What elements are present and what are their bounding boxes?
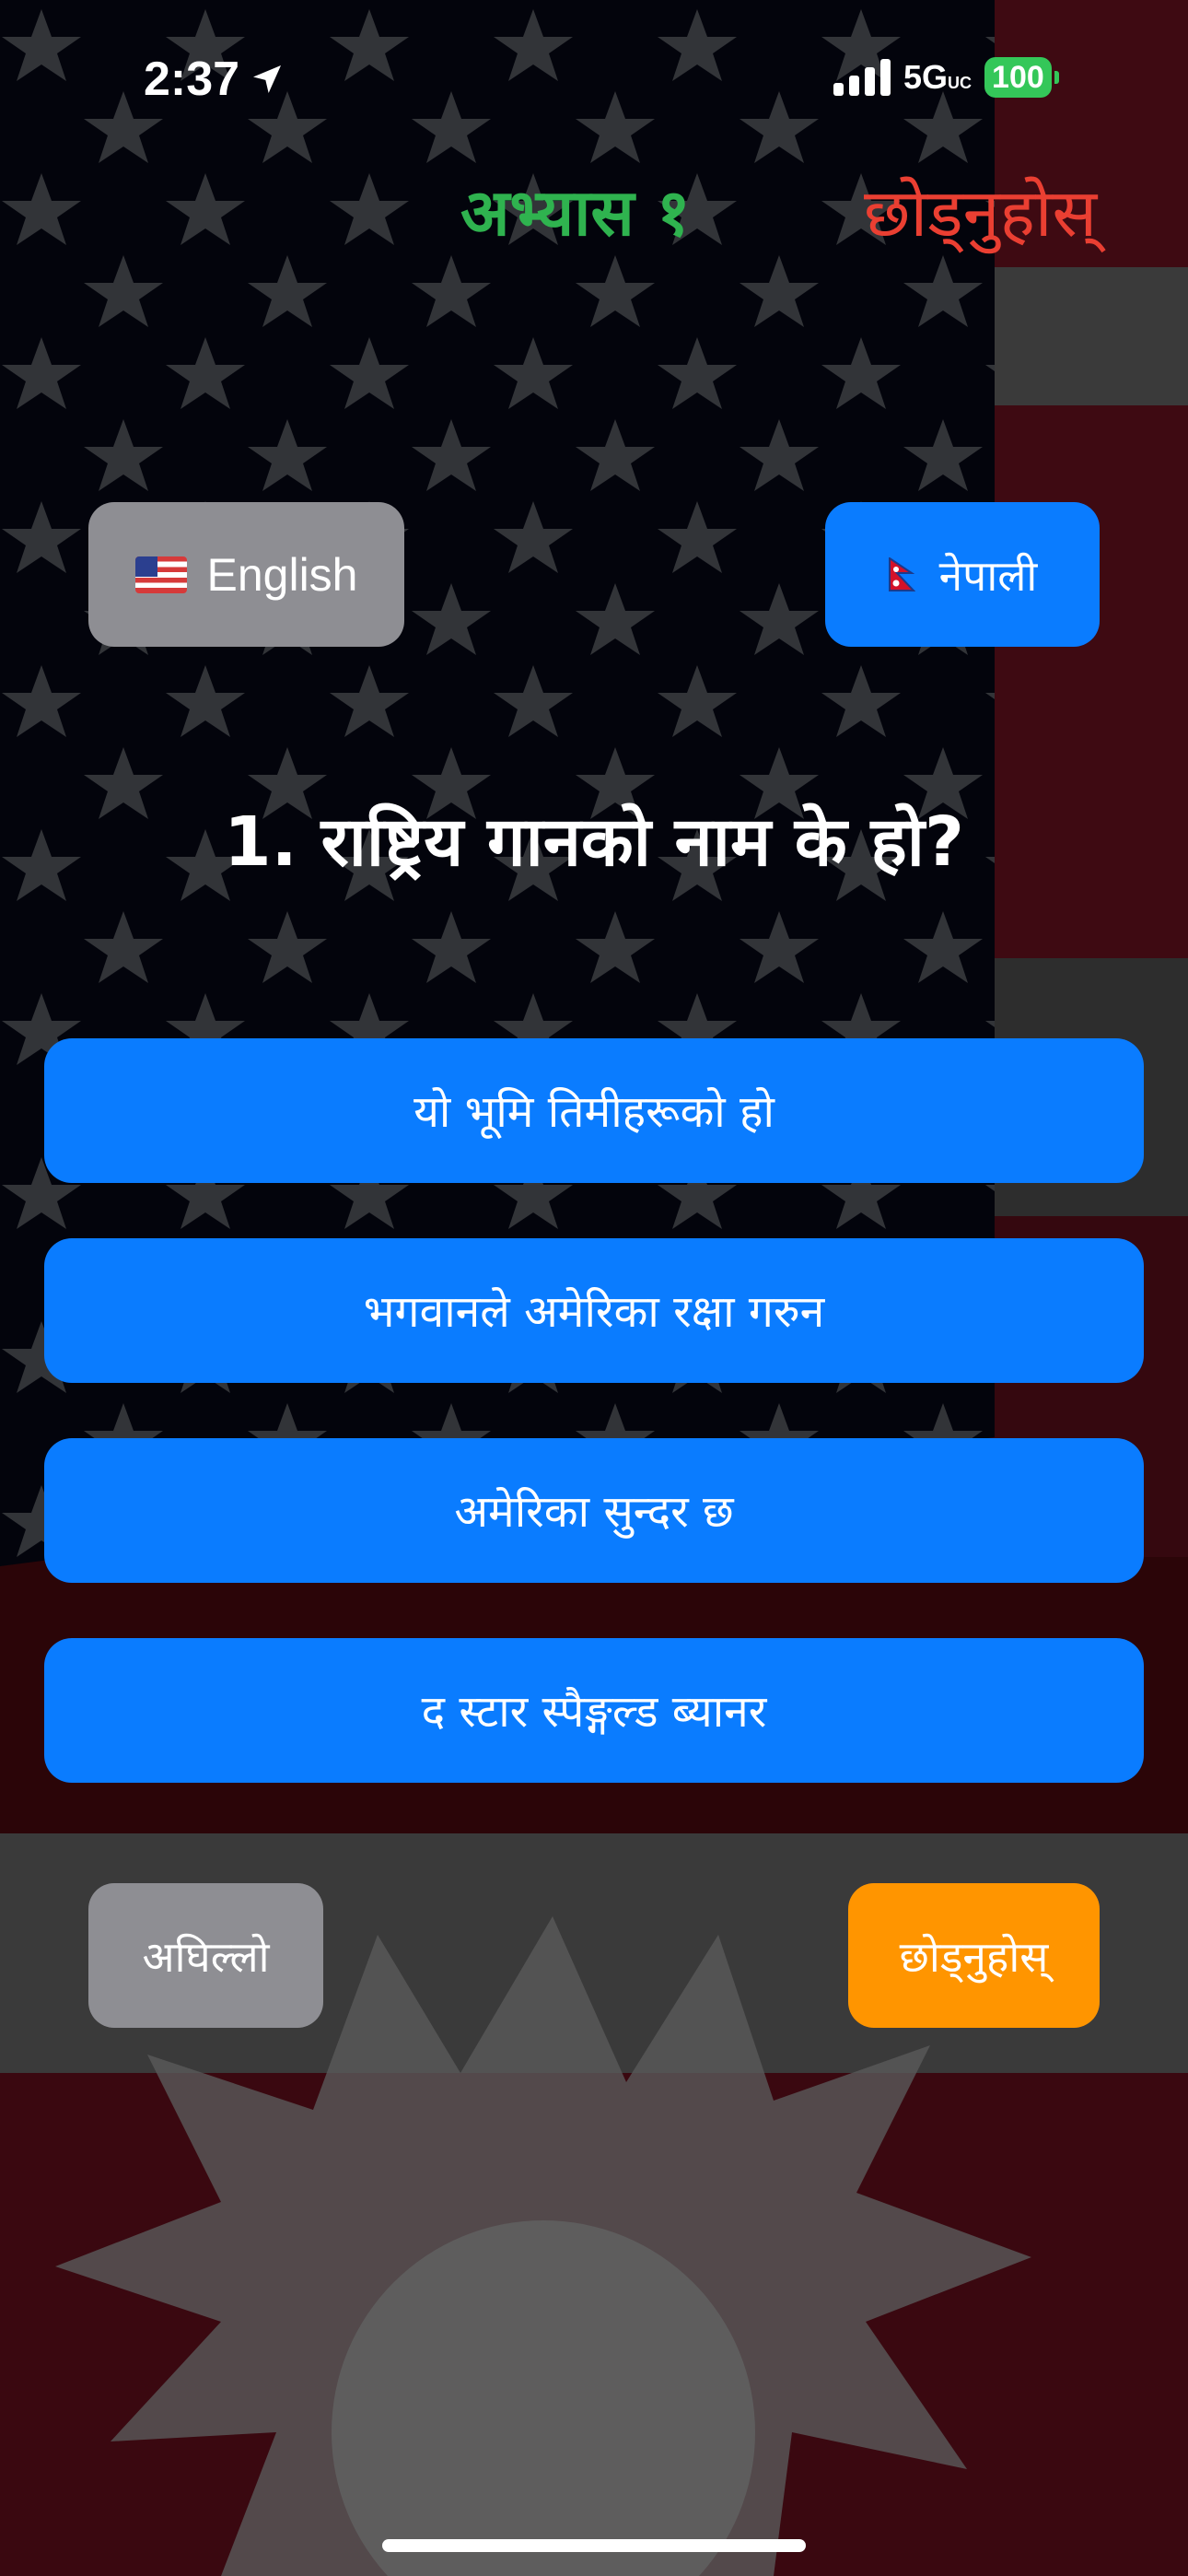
home-indicator[interactable] (382, 2539, 806, 2552)
answer-option-1[interactable]: यो भूमि तिमीहरूको हो (44, 1038, 1144, 1183)
english-language-button[interactable]: English (88, 502, 404, 647)
answer-option-2[interactable]: भगवानले अमेरिका रक्षा गरुन (44, 1238, 1144, 1383)
status-bar-time: 2:37 (144, 52, 285, 107)
nepal-flag-icon (888, 556, 915, 591)
status-bar-indicators: 5GUC 100 (833, 57, 1059, 98)
answer-option-3[interactable]: अमेरिका सुन्दर छ (44, 1438, 1144, 1583)
battery-icon: 100 (984, 57, 1059, 98)
page-title: अभ्यास १ (460, 175, 691, 251)
english-language-label: English (206, 548, 358, 601)
nepali-language-label: नेपाली (938, 550, 1038, 601)
status-time-text: 2:37 (144, 53, 240, 106)
network-type: 5GUC (903, 58, 973, 96)
battery-level: 100 (984, 57, 1052, 98)
cellular-signal-icon (833, 59, 891, 96)
nepali-language-button[interactable]: नेपाली (825, 502, 1100, 647)
previous-button[interactable]: अघिल्लो (88, 1883, 323, 2028)
question-text: 1. राष्ट्रिय गानको नाम के हो? (224, 802, 964, 882)
us-flag-icon (134, 556, 187, 593)
skip-button[interactable]: छोड्नुहोस् (848, 1883, 1100, 2028)
quit-button[interactable]: छोड्नुहोस् (864, 166, 1097, 256)
answer-option-4[interactable]: द स्टार स्पैङ्गल्ड ब्यानर (44, 1638, 1144, 1783)
location-arrow-icon (253, 65, 282, 93)
